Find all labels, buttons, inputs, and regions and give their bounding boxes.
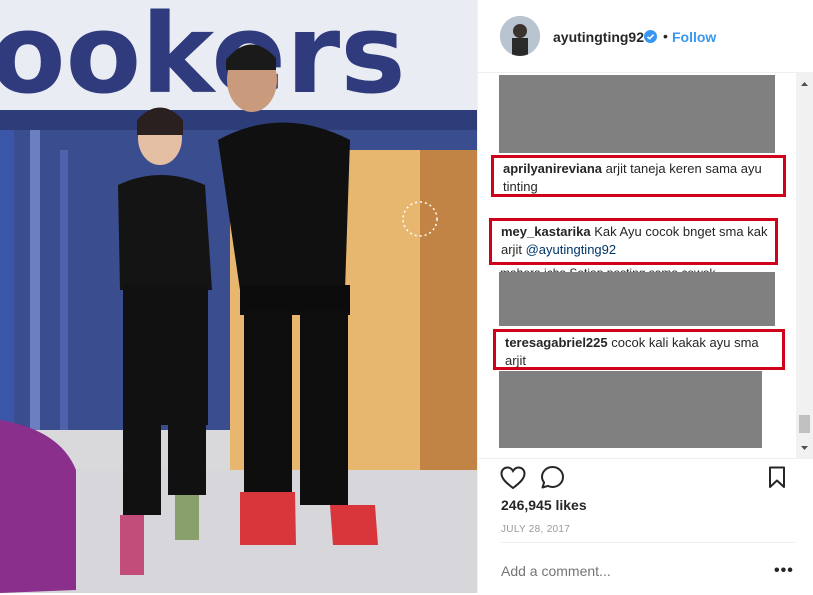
photo-sign-text: ookers xyxy=(0,0,406,118)
add-comment-section: ••• xyxy=(501,542,795,595)
scrollbar-thumb[interactable] xyxy=(799,415,810,433)
scroll-up-arrow-icon[interactable] xyxy=(796,79,813,89)
verified-badge-icon xyxy=(644,30,657,43)
post-side-panel: ayutingting92 • Follow aprilyanireviana … xyxy=(477,0,813,593)
username-link[interactable]: ayutingting92 xyxy=(553,29,644,45)
comment-mention-link[interactable]: @ayutingting92 xyxy=(526,242,617,257)
comments-list[interactable]: aprilyanireviana arjit taneja keren sama… xyxy=(478,73,798,458)
post-date: JULY 28, 2017 xyxy=(501,524,571,535)
avatar-image xyxy=(500,16,540,56)
separator-dot: • xyxy=(663,28,668,44)
comments-scrollbar[interactable] xyxy=(796,73,813,458)
comment-username[interactable]: mey_kastarika xyxy=(501,224,591,239)
comment-username[interactable]: aprilyanireviana xyxy=(503,161,602,176)
comment-highlighted: mey_kastarika Kak Ayu cocok bnget sma ka… xyxy=(489,218,778,265)
redacted-block xyxy=(499,371,762,448)
comment-highlighted: aprilyanireviana arjit taneja keren sama… xyxy=(491,155,786,197)
comment-icon[interactable] xyxy=(540,465,565,490)
comment-highlighted: teresagabriel225 cocok kali kakak ayu sm… xyxy=(493,329,785,370)
post-header: ayutingting92 • Follow xyxy=(478,0,813,73)
add-comment-input[interactable] xyxy=(501,563,741,579)
scroll-down-arrow-icon[interactable] xyxy=(796,443,813,453)
photo-illustration: ookers xyxy=(0,0,477,593)
bookmark-icon[interactable] xyxy=(768,466,786,489)
avatar[interactable] xyxy=(500,16,540,56)
post-actions: 246,945 likes JULY 28, 2017 ••• xyxy=(478,458,813,593)
comment-username[interactable]: teresagabriel225 xyxy=(505,335,608,350)
redacted-block xyxy=(499,75,775,153)
follow-button[interactable]: Follow xyxy=(672,29,716,45)
post-photo[interactable]: ookers xyxy=(0,0,477,593)
likes-count[interactable]: 246,945 likes xyxy=(501,497,587,513)
heart-icon[interactable] xyxy=(500,466,526,490)
more-options-icon[interactable]: ••• xyxy=(774,562,794,580)
redacted-block xyxy=(499,272,775,326)
